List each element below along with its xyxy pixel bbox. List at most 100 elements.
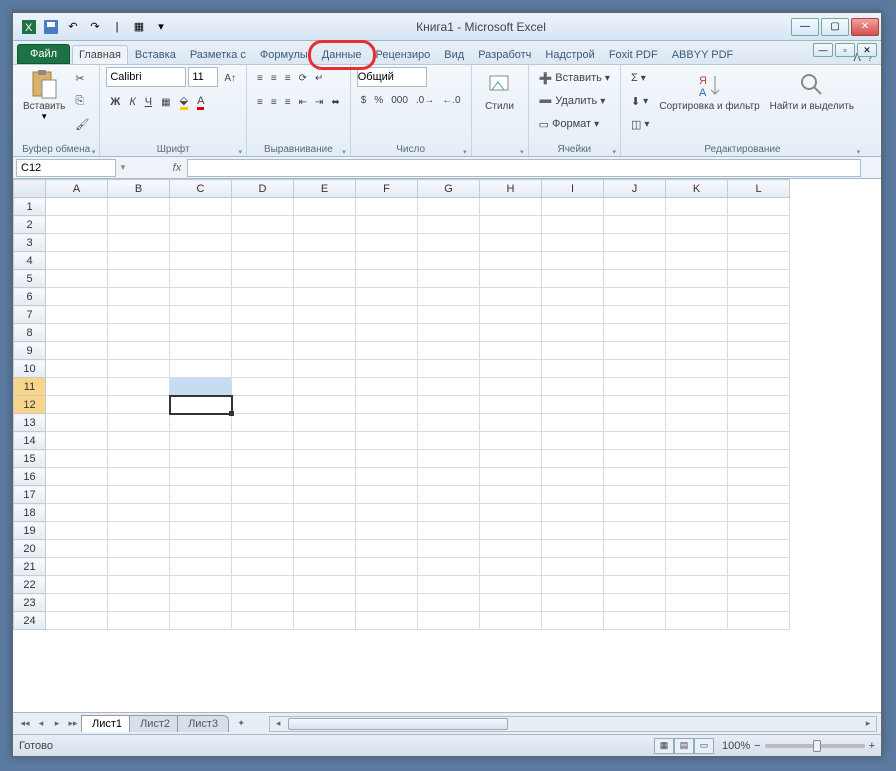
cell[interactable]: [542, 576, 604, 594]
cell[interactable]: [728, 270, 790, 288]
cell[interactable]: [604, 234, 666, 252]
cell[interactable]: [604, 270, 666, 288]
cell[interactable]: [170, 288, 232, 306]
cell[interactable]: [728, 540, 790, 558]
cell[interactable]: [232, 450, 294, 468]
cell[interactable]: [170, 612, 232, 630]
tab-home[interactable]: Главная: [72, 45, 128, 64]
name-box[interactable]: C12: [16, 159, 116, 177]
cell[interactable]: [232, 558, 294, 576]
cell[interactable]: [170, 450, 232, 468]
sheet-nav-prev[interactable]: ◂: [33, 716, 49, 732]
font-size-input[interactable]: [188, 67, 218, 87]
cell[interactable]: [542, 504, 604, 522]
cell[interactable]: [108, 594, 170, 612]
cell[interactable]: [108, 486, 170, 504]
cell[interactable]: [294, 360, 356, 378]
wb-minimize-button[interactable]: —: [813, 43, 833, 57]
row-header[interactable]: 24: [14, 612, 46, 630]
wb-restore-button[interactable]: ▫: [835, 43, 855, 57]
cell[interactable]: [728, 450, 790, 468]
col-header[interactable]: K: [666, 180, 728, 198]
qat-dropdown-icon[interactable]: ▾: [151, 17, 171, 37]
border-button[interactable]: ▦: [157, 91, 174, 113]
cell[interactable]: [294, 414, 356, 432]
cell[interactable]: [542, 378, 604, 396]
cell[interactable]: [604, 198, 666, 216]
cell[interactable]: [356, 360, 418, 378]
cell[interactable]: [170, 234, 232, 252]
cell[interactable]: [728, 306, 790, 324]
cell[interactable]: [542, 288, 604, 306]
cell[interactable]: [108, 270, 170, 288]
find-select-button[interactable]: Найти и выделить: [766, 67, 858, 114]
cell[interactable]: [728, 396, 790, 414]
cell[interactable]: [232, 216, 294, 234]
cell[interactable]: [728, 468, 790, 486]
cell[interactable]: [728, 288, 790, 306]
align-left-button[interactable]: ≡: [253, 91, 267, 113]
row-header[interactable]: 1: [14, 198, 46, 216]
cell[interactable]: [418, 198, 480, 216]
horizontal-scrollbar[interactable]: ◂ ▸: [269, 716, 877, 732]
cell[interactable]: [232, 522, 294, 540]
cell[interactable]: [108, 540, 170, 558]
tab-developer[interactable]: Разработч: [471, 45, 538, 64]
cell[interactable]: [604, 612, 666, 630]
col-header[interactable]: G: [418, 180, 480, 198]
cell[interactable]: [46, 234, 108, 252]
cell[interactable]: [542, 252, 604, 270]
cell[interactable]: [480, 234, 542, 252]
cell[interactable]: [666, 594, 728, 612]
align-top-button[interactable]: ≡: [253, 67, 267, 89]
cell[interactable]: [294, 540, 356, 558]
row-header[interactable]: 23: [14, 594, 46, 612]
cell[interactable]: [542, 468, 604, 486]
cell[interactable]: [418, 360, 480, 378]
underline-button[interactable]: Ч: [141, 91, 156, 113]
cell[interactable]: [170, 432, 232, 450]
cell[interactable]: [480, 414, 542, 432]
cell[interactable]: [728, 594, 790, 612]
row-header[interactable]: 16: [14, 468, 46, 486]
cell[interactable]: [46, 414, 108, 432]
cell[interactable]: [232, 612, 294, 630]
cell[interactable]: [170, 306, 232, 324]
cell[interactable]: [604, 468, 666, 486]
cell[interactable]: [542, 198, 604, 216]
cell[interactable]: [170, 594, 232, 612]
cell[interactable]: [232, 594, 294, 612]
cell[interactable]: [604, 504, 666, 522]
cell[interactable]: [666, 360, 728, 378]
col-header[interactable]: C: [170, 180, 232, 198]
cell[interactable]: [480, 216, 542, 234]
cell[interactable]: [356, 504, 418, 522]
cell[interactable]: [108, 234, 170, 252]
cell[interactable]: [480, 432, 542, 450]
cell[interactable]: [542, 270, 604, 288]
col-header[interactable]: E: [294, 180, 356, 198]
cell[interactable]: [170, 198, 232, 216]
cell[interactable]: [356, 324, 418, 342]
cell[interactable]: [232, 306, 294, 324]
merge-button[interactable]: ⬌: [327, 91, 343, 113]
cell[interactable]: [666, 198, 728, 216]
cell[interactable]: [666, 324, 728, 342]
cell[interactable]: [418, 396, 480, 414]
cell[interactable]: [542, 432, 604, 450]
cell[interactable]: [108, 252, 170, 270]
row-header[interactable]: 10: [14, 360, 46, 378]
cell[interactable]: [108, 576, 170, 594]
cell[interactable]: [604, 450, 666, 468]
cell[interactable]: [356, 594, 418, 612]
cell[interactable]: [108, 504, 170, 522]
cell[interactable]: [604, 576, 666, 594]
cell[interactable]: [356, 234, 418, 252]
cell[interactable]: [542, 594, 604, 612]
minimize-button[interactable]: —: [791, 18, 819, 36]
decrease-decimal-button[interactable]: ←.0: [438, 89, 464, 111]
formula-input[interactable]: [187, 159, 861, 177]
cell[interactable]: [232, 468, 294, 486]
cell[interactable]: [666, 540, 728, 558]
select-all-button[interactable]: [14, 180, 46, 198]
